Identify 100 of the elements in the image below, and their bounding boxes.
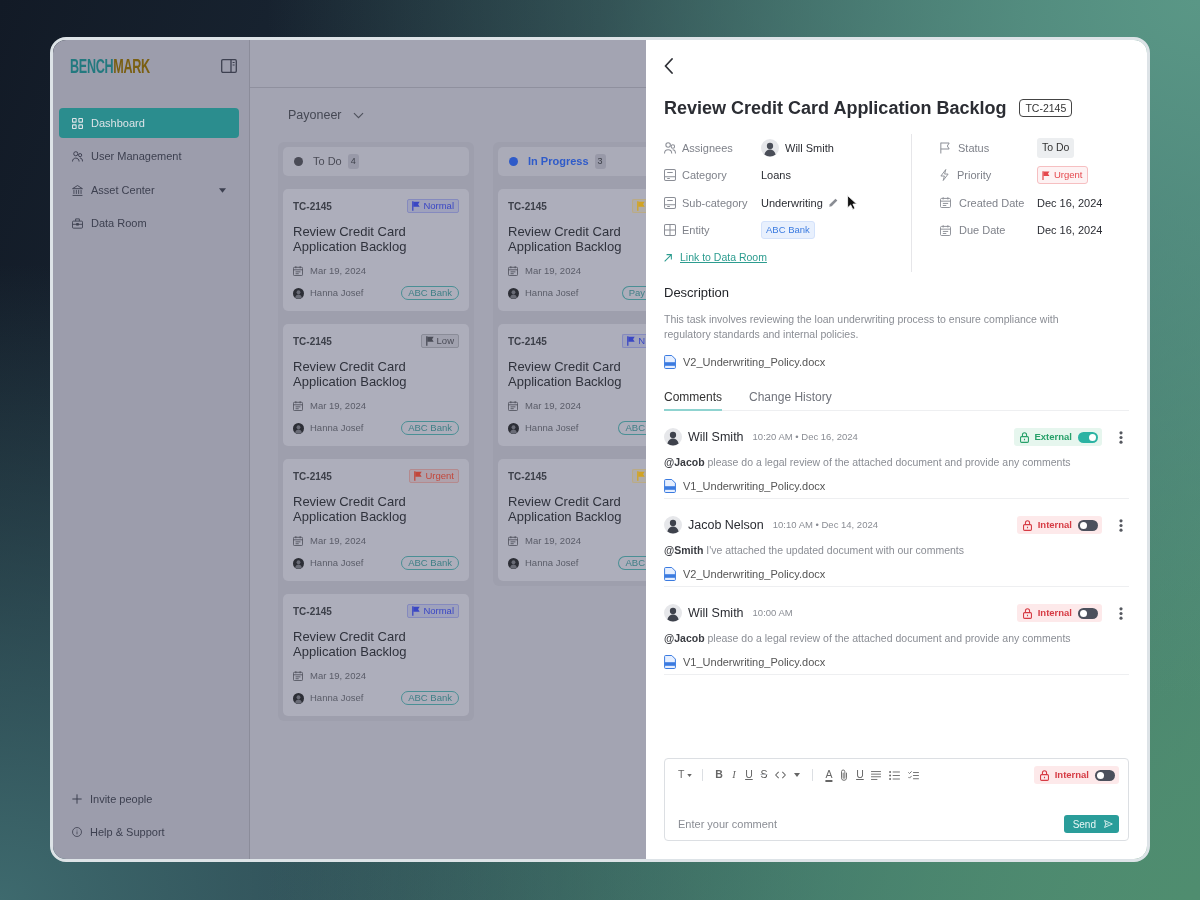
section-heading: Description (664, 283, 731, 302)
avatar (664, 428, 682, 446)
task-card[interactable]: TC-2145 Normal Review Credit Card Application Backlog Mar 19, 2024 Hanna Josef ABC Bank (283, 594, 469, 716)
comment-text: @Smith I've attached the updated document with our comments (664, 543, 965, 558)
workspace-dropdown[interactable]: Payoneer (288, 105, 364, 126)
attachment-link[interactable]: V2_Underwriting_Policy.docx (664, 566, 826, 582)
data-room-link[interactable]: Link to Data Room (664, 249, 767, 266)
assignee-name: Hanna Josef (310, 555, 364, 570)
priority-label: Urgent (425, 468, 454, 483)
bold-button[interactable]: B (713, 766, 725, 784)
more-options-icon[interactable] (1119, 606, 1123, 620)
avatar (293, 692, 304, 704)
avatar (664, 516, 682, 534)
assignee-name: Hanna Josef (525, 285, 579, 300)
toggle-switch[interactable] (1078, 431, 1098, 443)
assignee-name: Hanna Josef (310, 420, 364, 435)
task-card[interactable]: TC-2145 Urgent Review Credit Card Application Backlog Mar 19, 2024 Hanna Josef ABC Bank (283, 459, 469, 581)
column-title: In Progress (528, 154, 589, 170)
task-card[interactable]: TC-2145 Normal Review Credit Card Application Backlog Mar 19, 2024 Hanna Josef ABC Bank (283, 189, 469, 311)
send-icon (1104, 820, 1113, 828)
priority-label: Normal (423, 198, 454, 213)
bank-icon (72, 184, 83, 196)
calendar-icon (940, 197, 951, 209)
sidebar-toggle-icon[interactable] (221, 59, 237, 73)
caret-down-icon[interactable] (794, 773, 801, 777)
more-options-icon[interactable] (1119, 430, 1123, 444)
align-icon[interactable] (871, 770, 882, 780)
task-date: Mar 19, 2024 (525, 533, 581, 548)
task-id: TC-2145 (508, 469, 547, 484)
priority-label: Low (436, 333, 454, 348)
calendar-icon (508, 536, 518, 546)
nav-item[interactable]: Invite people (72, 787, 153, 811)
tab[interactable]: Comments (664, 389, 722, 411)
field-label: Category (682, 168, 727, 183)
send-button[interactable]: Send (1063, 815, 1119, 833)
lock-icon (1039, 769, 1049, 781)
lock-icon (1019, 431, 1029, 443)
task-card[interactable]: TC-2145 N Review Credit Card Application Backlog Mar 19, 2024 Hanna Josef ABC (498, 324, 646, 446)
entity-tag: ABC Bank (761, 221, 815, 240)
back-icon[interactable] (664, 58, 673, 74)
briefcase-icon (72, 218, 83, 229)
task-card[interactable]: TC-2145 Review Credit Card Application Backlog Mar 19, 2024 Hanna Josef Pay (498, 189, 646, 311)
pencil-icon[interactable] (828, 198, 838, 208)
task-title: Review Credit Card Application Backlog (293, 494, 408, 524)
paperclip-icon[interactable] (840, 769, 849, 781)
more-options-icon[interactable] (1119, 518, 1123, 532)
bullet-list-icon[interactable] (889, 770, 901, 780)
field-value: Dec 16, 2024 (1037, 195, 1103, 211)
task-card[interactable]: TC-2145 Review Credit Card Application Backlog Mar 19, 2024 Hanna Josef ABC (498, 459, 646, 581)
calendar-icon (508, 266, 518, 276)
nav-item[interactable]: User Management (59, 141, 239, 172)
file-icon (664, 355, 676, 369)
calendar-icon (293, 401, 303, 411)
task-card[interactable]: TC-2145 Low Review Credit Card Application Backlog Mar 19, 2024 Hanna Josef ABC Bank (283, 324, 469, 446)
attachment-link[interactable]: V1_Underwriting_Policy.docx (664, 478, 826, 494)
comment-author: Jacob Nelson (688, 516, 764, 534)
avatar (761, 138, 779, 157)
avatar (293, 287, 304, 299)
field-value: Loans (761, 168, 791, 183)
italic-button[interactable]: I (728, 766, 740, 784)
attachment-link[interactable]: V1_Underwriting_Policy.docx (664, 654, 826, 670)
text-style-button[interactable]: T (678, 766, 693, 784)
calendar-icon (940, 224, 951, 236)
caret-down-icon (219, 187, 226, 193)
toggle-switch[interactable] (1095, 769, 1115, 781)
field-label: Sub-category (682, 195, 748, 211)
task-title: Review Credit Card Application Backlog (508, 494, 623, 524)
nav-item[interactable]: Dashboard (59, 108, 239, 138)
visibility-label: External (1034, 429, 1072, 444)
text-color-button[interactable]: A (823, 766, 835, 784)
visibility-label: Internal (1037, 517, 1072, 532)
toggle-switch[interactable] (1078, 607, 1098, 619)
underline-button[interactable]: U (743, 766, 755, 784)
nav-item[interactable]: Help & Support (72, 820, 165, 844)
form-icon (664, 196, 676, 209)
task-id: TC-2145 (293, 334, 332, 349)
task-date: Mar 19, 2024 (525, 263, 581, 278)
avatar (508, 557, 519, 569)
task-date: Mar 19, 2024 (310, 398, 366, 413)
nav-item[interactable]: Data Room (59, 208, 239, 239)
comment-input[interactable]: Enter your comment (678, 816, 1056, 832)
underline-button[interactable]: U (854, 766, 866, 784)
toggle-switch[interactable] (1078, 519, 1098, 531)
code-icon[interactable] (775, 771, 787, 779)
field-value: Underwriting (761, 195, 823, 211)
file-icon (664, 567, 676, 581)
description-text: This task involves reviewing the loan underwriting process to ensure compliance with regulatory standards and internal policies. (664, 311, 1060, 342)
field-label: Created Date (959, 195, 1025, 211)
task-count: 3 (594, 153, 606, 170)
avatar (664, 604, 682, 622)
comment-author: Will Smith (688, 604, 744, 622)
cursor-icon (846, 195, 857, 211)
task-title: Review Credit Card Application Backlog (293, 224, 408, 254)
plus-icon (72, 794, 82, 804)
tab[interactable]: Change History (749, 389, 832, 411)
task-date: Mar 19, 2024 (310, 263, 366, 278)
nav-item[interactable]: Asset Center (59, 175, 239, 205)
priority-label: Normal (423, 603, 454, 618)
attachment-link[interactable]: V2_Underwriting_Policy.docx (664, 354, 826, 370)
checklist-icon[interactable] (908, 770, 920, 780)
